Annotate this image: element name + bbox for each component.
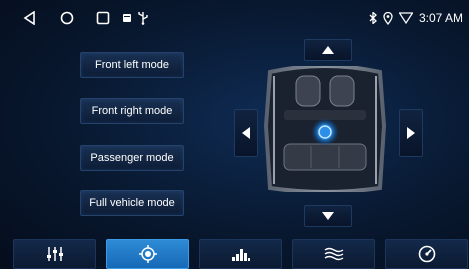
passenger-mode-button[interactable]: Passenger mode [80, 145, 184, 171]
full-vehicle-mode-button[interactable]: Full vehicle mode [80, 190, 184, 216]
tab-bass[interactable] [199, 239, 282, 269]
location-icon [383, 11, 393, 25]
bluetooth-icon [369, 12, 377, 24]
arrow-down-button[interactable] [304, 205, 352, 227]
notification-square-icon [121, 0, 133, 36]
bass-levels-icon [231, 249, 250, 261]
tab-equalizer[interactable] [13, 239, 96, 269]
wifi-icon [398, 12, 413, 24]
sound-field-target-icon [138, 245, 157, 263]
front-left-mode-button[interactable]: Front left mode [80, 52, 184, 78]
arrow-up-button[interactable] [304, 39, 352, 61]
clock-time: 3:07 AM [418, 11, 463, 25]
waves-icon [324, 247, 343, 261]
speedometer-icon [418, 245, 435, 263]
recents-icon[interactable] [92, 0, 114, 36]
equalizer-sliders-icon [46, 247, 63, 261]
usb-icon [136, 0, 150, 36]
arrow-down-icon [322, 212, 334, 220]
arrow-left-icon [242, 127, 250, 139]
tab-speedometer[interactable] [385, 239, 468, 269]
arrow-left-button[interactable] [234, 109, 258, 157]
arrow-up-icon [322, 46, 334, 54]
status-bar: 3:07 AM [0, 0, 469, 36]
tab-sound-field[interactable] [106, 239, 189, 269]
car-top-view [262, 64, 388, 194]
front-right-mode-button[interactable]: Front right mode [80, 98, 184, 124]
arrow-right-icon [407, 127, 415, 139]
tab-waves[interactable] [292, 239, 375, 269]
arrow-right-button[interactable] [399, 109, 423, 157]
home-icon[interactable] [56, 0, 78, 36]
back-icon[interactable] [18, 0, 40, 36]
